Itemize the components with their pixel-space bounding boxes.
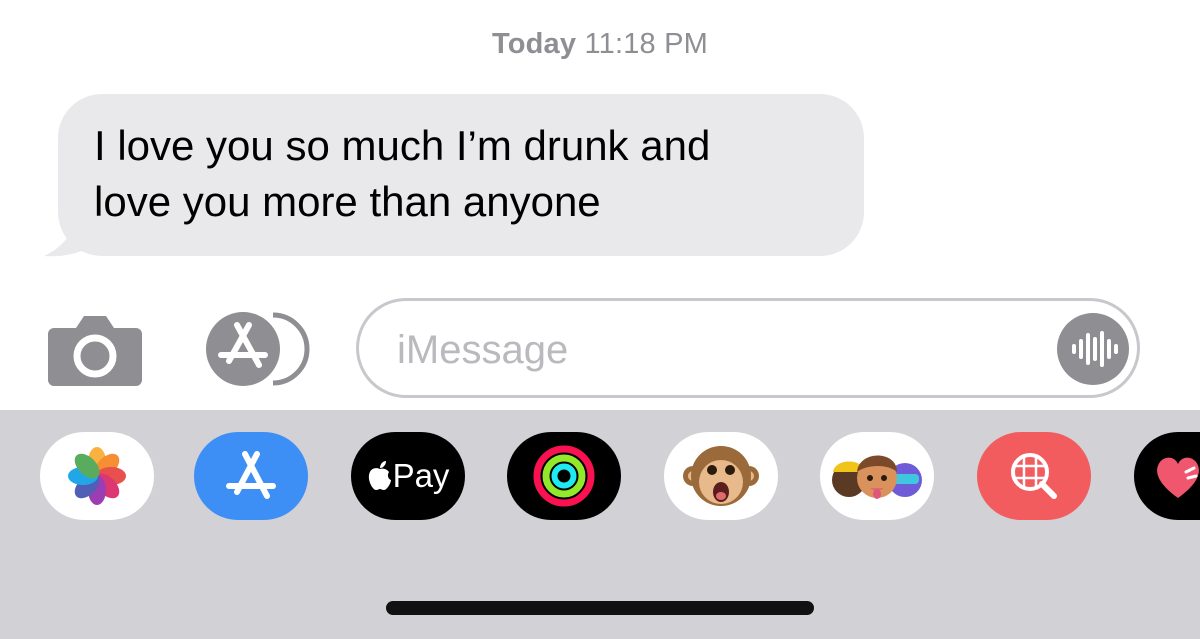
app-store-icon[interactable] bbox=[203, 311, 311, 387]
timestamp-time: 11:18 PM bbox=[584, 28, 709, 60]
globe-search-icon bbox=[1011, 453, 1057, 499]
message-text: I love you so much I’m drunk and love yo… bbox=[94, 118, 854, 230]
memoji-stickers-icon bbox=[832, 455, 922, 499]
message-input-field[interactable] bbox=[356, 298, 1140, 398]
app-drawer: Pay bbox=[0, 410, 1200, 639]
home-indicator[interactable] bbox=[386, 601, 814, 615]
digital-touch-app-button[interactable] bbox=[1134, 432, 1200, 520]
message-input[interactable] bbox=[395, 319, 1039, 381]
camera-icon[interactable] bbox=[48, 312, 142, 386]
photos-app-button[interactable] bbox=[40, 432, 154, 520]
timestamp-day: Today bbox=[491, 28, 577, 60]
activity-rings-icon bbox=[533, 445, 595, 507]
apple-pay-icon: Pay bbox=[367, 457, 450, 495]
app-store-icon bbox=[226, 451, 276, 499]
animoji-app-button[interactable] bbox=[664, 432, 778, 520]
apple-pay-label: Pay bbox=[392, 457, 450, 494]
heart-touch-icon bbox=[1157, 457, 1199, 498]
activity-app-button[interactable] bbox=[507, 432, 621, 520]
message-line: love you more than anyone bbox=[94, 178, 601, 225]
apple-logo-icon bbox=[368, 461, 391, 490]
message-bubble-received[interactable]: I love you so much I’m drunk and love yo… bbox=[58, 94, 864, 256]
memoji-stickers-app-button[interactable] bbox=[820, 432, 934, 520]
app-store-app-button[interactable] bbox=[194, 432, 308, 520]
message-line: I love you so much I’m drunk and bbox=[94, 122, 711, 169]
images-search-app-button[interactable] bbox=[977, 432, 1091, 520]
apple-pay-app-button[interactable]: Pay bbox=[351, 432, 465, 520]
monkey-animoji-icon bbox=[683, 446, 759, 506]
photos-icon bbox=[68, 447, 126, 505]
composer-bar bbox=[0, 290, 1200, 408]
waveform-icon[interactable] bbox=[1057, 313, 1129, 385]
message-timestamp: Today 11:18 PM bbox=[0, 28, 1200, 61]
